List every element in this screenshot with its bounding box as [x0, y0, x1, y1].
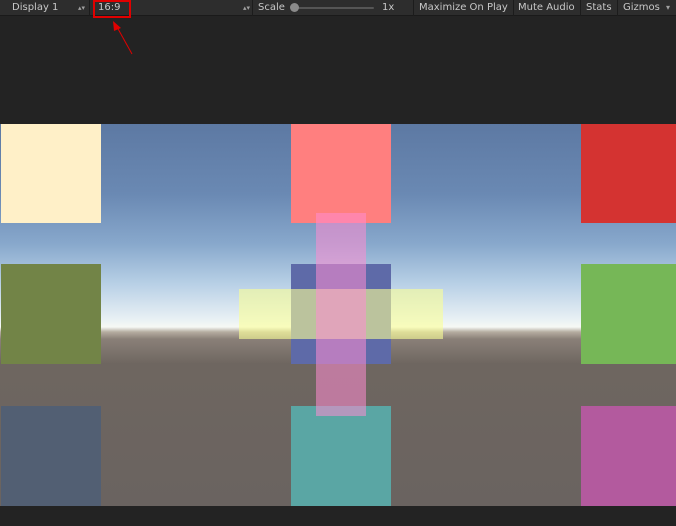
magenta-square — [581, 406, 676, 506]
olive-square — [1, 264, 101, 364]
slate-square — [1, 406, 101, 506]
annotation-arrow-icon — [113, 21, 133, 55]
cream-square — [1, 124, 101, 223]
salmon-square — [291, 124, 391, 223]
teal-square — [291, 406, 391, 506]
game-view-viewport[interactable] — [0, 124, 676, 506]
pink-vertical-bar — [316, 213, 366, 416]
red-square — [581, 124, 676, 223]
green-square — [581, 264, 676, 364]
